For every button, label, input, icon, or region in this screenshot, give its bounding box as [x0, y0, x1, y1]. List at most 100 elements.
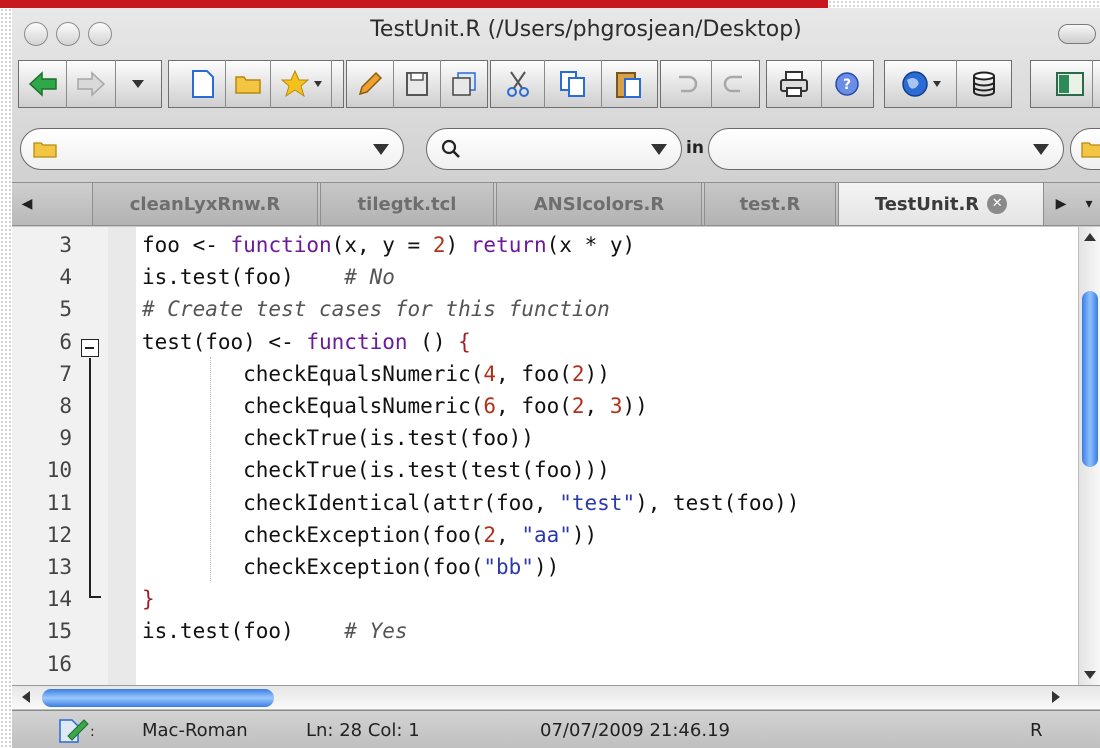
- search-bar: in: [12, 128, 1100, 172]
- vertical-scrollbar[interactable]: [1078, 227, 1100, 685]
- line-number: 13: [46, 555, 72, 579]
- line-number: 9: [59, 426, 72, 451]
- file-group: [168, 60, 344, 108]
- fold-range-line: [89, 358, 91, 598]
- chevron-down-icon: [651, 144, 667, 155]
- window-title: TestUnit.R (/Users/phgrosjean/Desktop): [370, 17, 802, 42]
- slide-accent-bar: [0, 0, 828, 8]
- tab-scroll-left-icon[interactable]: ◀: [12, 183, 42, 225]
- close-tab-icon[interactable]: ✕: [987, 194, 1008, 214]
- undo-group: [660, 60, 760, 108]
- code-line[interactable]: checkException(foo(2, "aa")): [142, 523, 597, 547]
- tab-label: cleanLyxRnw.R: [129, 193, 281, 215]
- horizontal-scrollbar[interactable]: [12, 685, 1100, 709]
- tab-label: tilegtk.tcl: [357, 193, 457, 215]
- print-icon[interactable]: [767, 70, 821, 98]
- line-number-gutter: [12, 227, 108, 685]
- edit-pencil-icon[interactable]: [347, 70, 393, 98]
- code-line[interactable]: is.test(foo) # No: [142, 265, 395, 289]
- folder-icon: [33, 142, 57, 158]
- line-number: 4: [59, 265, 72, 290]
- document-status-icon[interactable]: :: [58, 716, 95, 748]
- tab-tilegtk[interactable]: tilegtk.tcl: [320, 183, 494, 225]
- tab-testunit[interactable]: TestUnit.R ✕: [838, 183, 1044, 225]
- code-line[interactable]: checkEqualsNumeric(4, foo(2)): [142, 362, 610, 386]
- scope-folder-button[interactable]: [1070, 128, 1100, 170]
- line-number: 7: [59, 361, 72, 386]
- globe-icon[interactable]: [885, 70, 956, 98]
- tab-list-icon[interactable]: ▾: [1074, 183, 1100, 225]
- navigation-group: [18, 60, 162, 108]
- code-line[interactable]: checkTrue(is.test(test(foo))): [142, 458, 610, 482]
- chevron-down-icon: [373, 144, 389, 155]
- code-line[interactable]: checkEqualsNumeric(6, foo(2, 3)): [142, 394, 648, 418]
- toolbar-toggle-button[interactable]: [1058, 24, 1096, 44]
- edit-group: [346, 60, 488, 108]
- line-number: 16: [46, 651, 72, 676]
- line-number: 6: [59, 329, 72, 354]
- save-all-icon[interactable]: [441, 71, 487, 97]
- database-icon[interactable]: [957, 71, 1011, 97]
- fold-toggle-icon[interactable]: [81, 339, 99, 357]
- line-number: 14: [46, 587, 72, 612]
- web-db-group: [884, 60, 1012, 108]
- scroll-up-icon[interactable]: [1084, 233, 1096, 241]
- code-line[interactable]: # Create test cases for this function: [142, 297, 610, 321]
- tab-label: ANSIcolors.R: [533, 193, 665, 215]
- help-icon[interactable]: ?: [821, 71, 873, 97]
- line-number: 15: [46, 619, 72, 644]
- encoding-status[interactable]: Mac-Roman: [142, 720, 248, 741]
- slide-dotted-border: [828, 0, 1100, 8]
- vertical-scroll-thumb[interactable]: [1082, 291, 1098, 467]
- folder-combo[interactable]: [20, 128, 404, 170]
- scroll-left-icon[interactable]: [22, 691, 30, 703]
- redo-icon[interactable]: [711, 71, 759, 97]
- open-folder-icon[interactable]: [226, 73, 270, 95]
- copy-icon[interactable]: [545, 70, 600, 98]
- scope-combo[interactable]: [708, 128, 1064, 170]
- tab-cleanlyxrnw[interactable]: cleanLyxRnw.R: [92, 183, 318, 225]
- toolbar: ?: [12, 60, 1100, 110]
- tab-ansicolors[interactable]: ANSIcolors.R: [496, 183, 702, 225]
- code-line[interactable]: foo <- function(x, y = 2) return(x * y): [142, 233, 635, 257]
- save-icon[interactable]: [394, 71, 440, 97]
- title-bar: TestUnit.R (/Users/phgrosjean/Desktop): [12, 8, 1100, 50]
- clipboard-group: [490, 60, 658, 108]
- code-line[interactable]: test(foo) <- function () {: [142, 330, 471, 354]
- pane-left-icon[interactable]: [1048, 71, 1092, 97]
- tab-test[interactable]: test.R: [704, 183, 836, 225]
- forward-icon[interactable]: [67, 60, 114, 108]
- code-line[interactable]: checkException(foo("bb")): [142, 555, 559, 579]
- fold-range-end: [89, 596, 101, 598]
- language-status[interactable]: R: [1030, 720, 1043, 741]
- bookmark-star-icon[interactable]: [271, 69, 331, 99]
- datetime-status: 07/07/2009 21:46.19: [540, 720, 730, 741]
- search-input[interactable]: [426, 128, 682, 170]
- tab-bar: ◀ cleanLyxRnw.R tilegtk.tcl ANSIcolors.R…: [12, 182, 1100, 226]
- line-number: 5: [59, 297, 72, 322]
- history-dropdown-icon[interactable]: [116, 60, 161, 108]
- scroll-right-icon[interactable]: [1052, 691, 1060, 703]
- code-line[interactable]: }: [142, 587, 155, 611]
- cursor-position-status: Ln: 28 Col: 1: [306, 720, 420, 741]
- code-line[interactable]: is.test(foo) # Yes: [142, 619, 408, 643]
- cut-icon[interactable]: [491, 70, 544, 98]
- tab-label: test.R: [739, 193, 801, 215]
- editor-window: TestUnit.R (/Users/phgrosjean/Desktop) ?…: [12, 8, 1100, 748]
- folder-icon: [1081, 142, 1100, 158]
- code-editor[interactable]: 3 4 5 6 7 8 9 10 11 12 13 14 15 16 foo <- function(x,…: [12, 227, 1100, 685]
- paste-icon[interactable]: [602, 69, 657, 99]
- undo-icon[interactable]: [661, 71, 711, 97]
- fold-margin: [108, 227, 136, 685]
- line-number: 12: [46, 522, 72, 547]
- print-help-group: ?: [766, 60, 874, 108]
- line-number: 3: [59, 233, 72, 257]
- horizontal-scroll-thumb[interactable]: [42, 689, 274, 707]
- scroll-down-icon[interactable]: [1084, 671, 1096, 679]
- svg-text::: :: [90, 724, 94, 740]
- new-document-icon[interactable]: [181, 69, 225, 99]
- code-line[interactable]: checkIdentical(attr(foo, "test"), test(f…: [142, 491, 799, 515]
- code-line[interactable]: checkTrue(is.test(foo)): [142, 426, 534, 450]
- back-icon[interactable]: [19, 60, 66, 108]
- tab-scroll-right-icon[interactable]: ▶: [1046, 183, 1076, 225]
